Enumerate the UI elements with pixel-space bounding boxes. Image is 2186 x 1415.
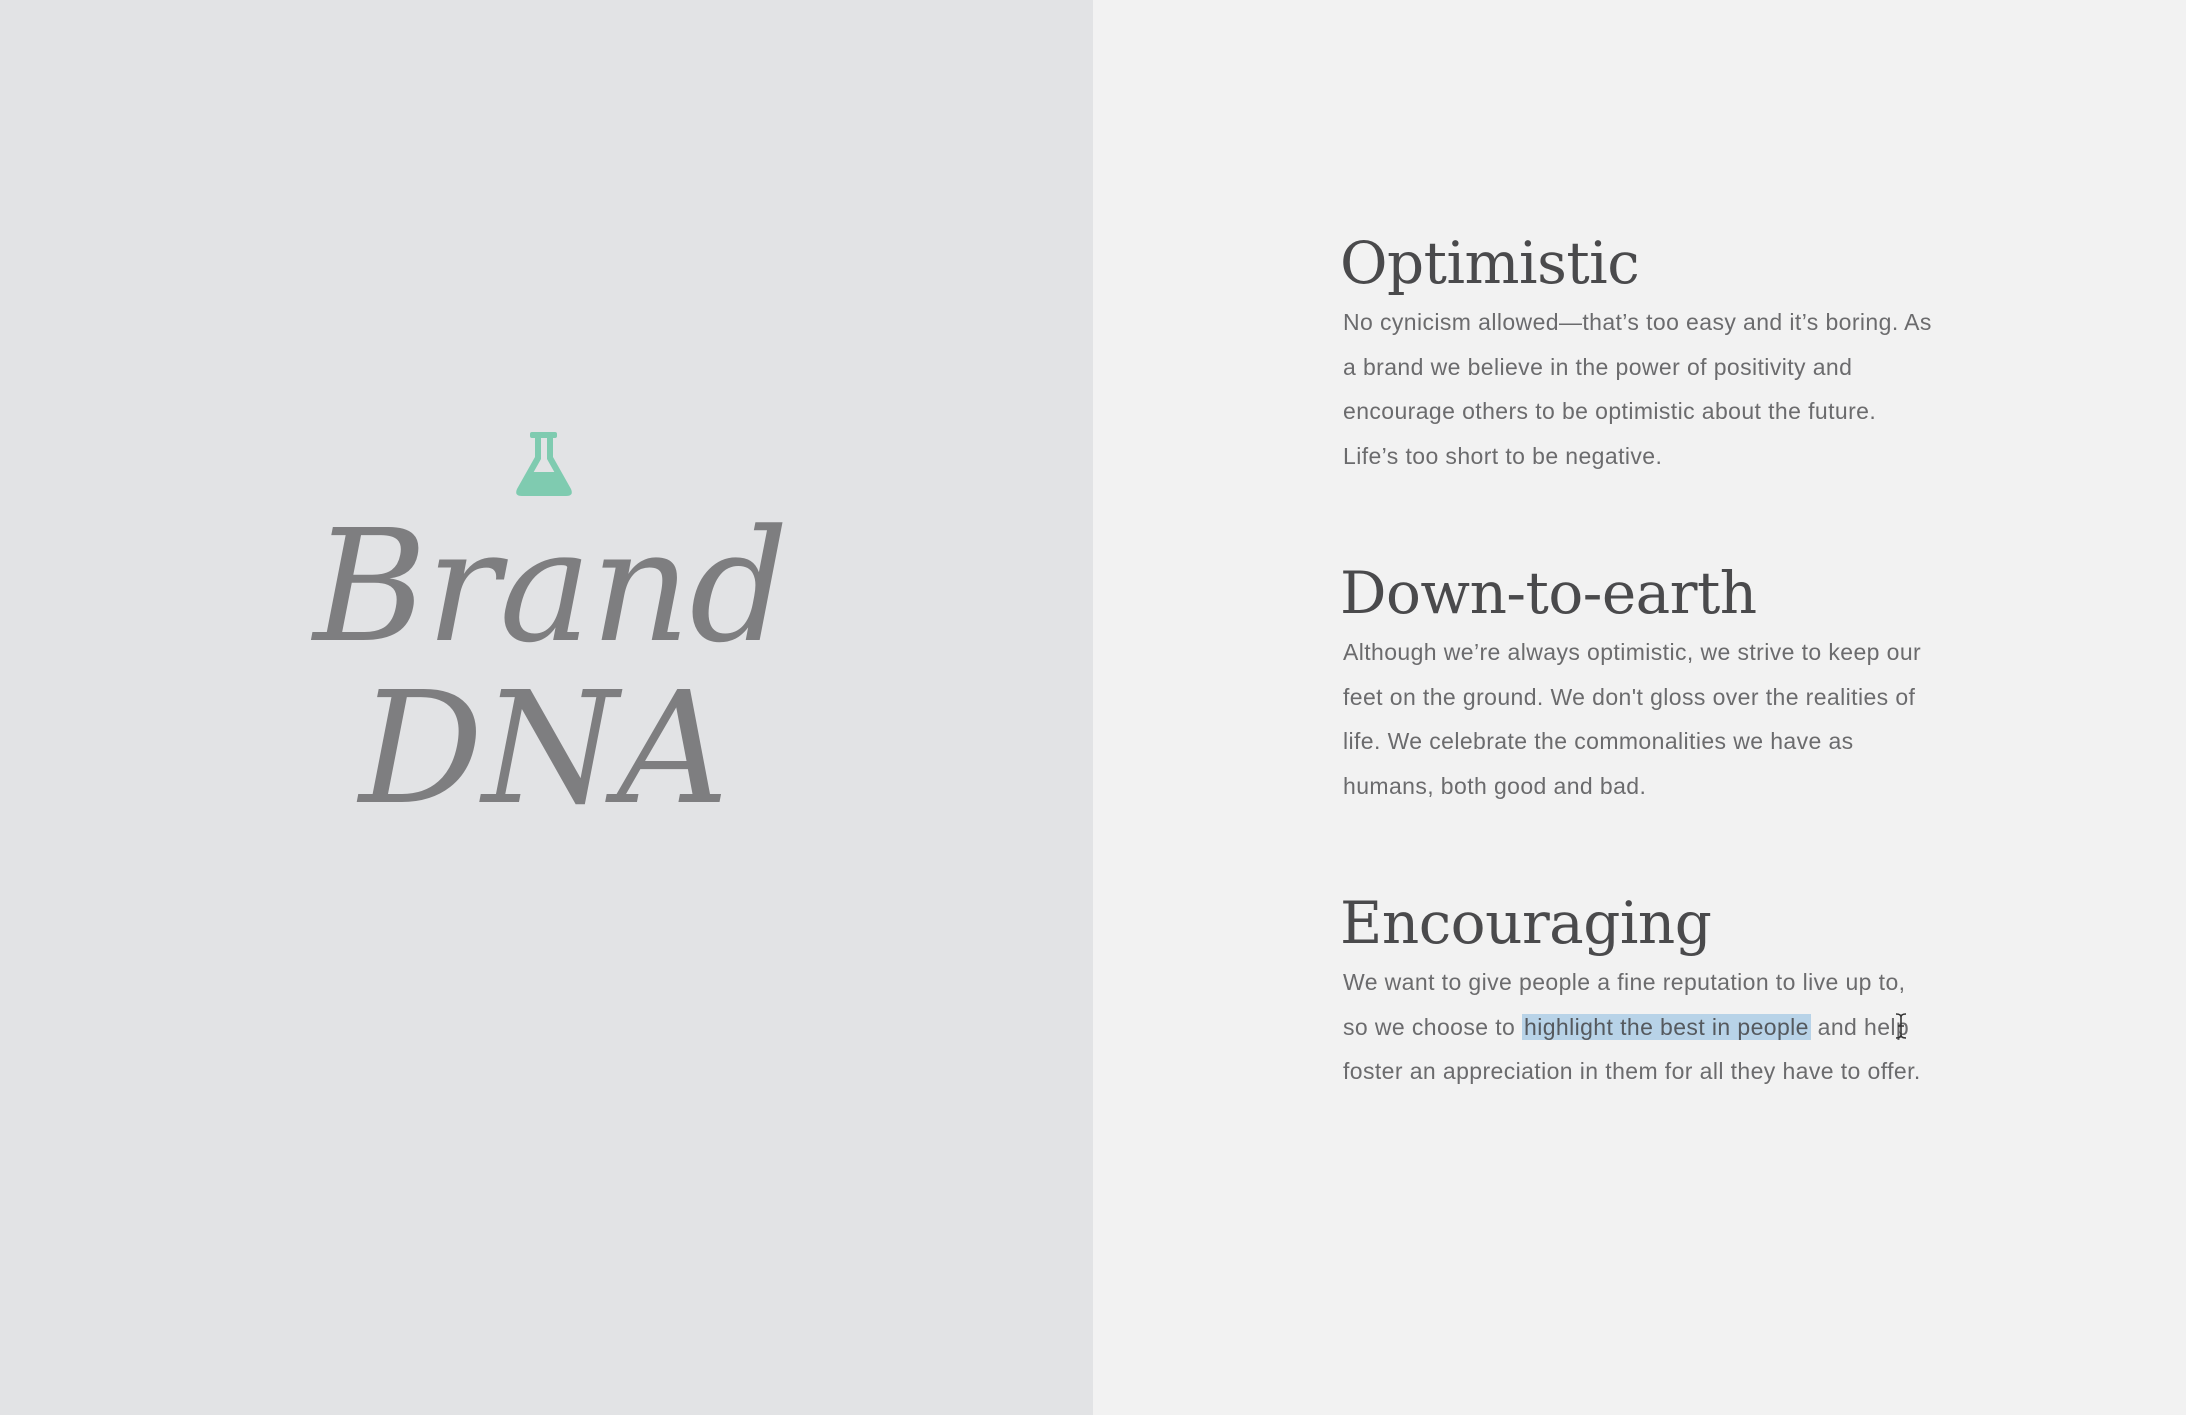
title-line-brand: Brand (313, 496, 788, 677)
selected-text[interactable]: highlight the best in people (1522, 1013, 1811, 1040)
section-body[interactable]: We want to give people a fine reputation… (1343, 960, 1933, 1094)
flask-icon (516, 432, 572, 496)
section-encouraging: Encouraging We want to give people a fin… (1340, 890, 1940, 1094)
section-heading: Optimistic (1340, 229, 1640, 297)
brand-dna-title: Brand DNA (0, 506, 1093, 830)
title-line-dna: DNA (359, 658, 729, 839)
section-body[interactable]: Although we’re always optimistic, we str… (1343, 630, 1933, 808)
section-optimistic: Optimistic No cynicism allowed—that’s to… (1340, 230, 1940, 478)
section-body[interactable]: No cynicism allowed—that’s too easy and … (1343, 300, 1933, 478)
text-cursor-icon (1895, 1013, 1907, 1039)
section-heading: Encouraging (1340, 889, 1712, 957)
section-down-to-earth: Down-to-earth Although we’re always opti… (1340, 560, 1940, 808)
section-heading: Down-to-earth (1340, 559, 1757, 627)
